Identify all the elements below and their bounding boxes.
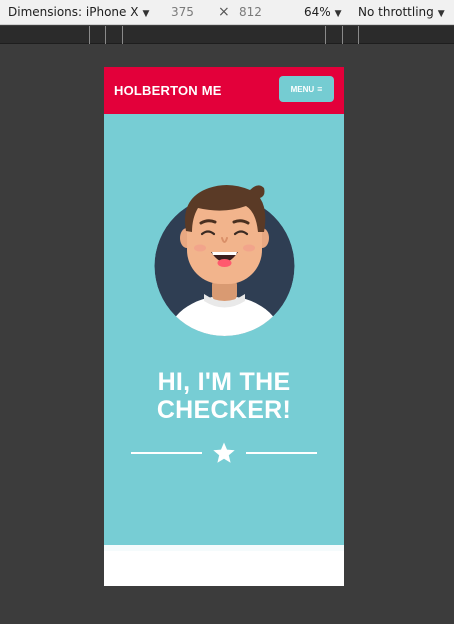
ruler-marker — [358, 26, 359, 44]
throttling-label: No throttling — [358, 5, 434, 19]
divider-line-left — [131, 452, 202, 454]
avatar — [154, 184, 295, 336]
caret-down-icon: ▼ — [334, 9, 342, 19]
star-icon — [213, 442, 235, 463]
next-section — [104, 545, 344, 586]
divider-line-right — [246, 452, 317, 454]
width-input[interactable]: 375 — [171, 5, 194, 20]
hamburger-icon: ≡ — [317, 83, 323, 94]
device-viewport: HOLBERTON ME MENU ≡ HI, I'M THE CHECKER! — [104, 67, 344, 586]
height-input[interactable]: 812 — [239, 5, 262, 20]
device-label: Dimensions: iPhone X — [8, 5, 139, 19]
hero-section: HI, I'M THE CHECKER! — [104, 114, 344, 545]
ruler-marker — [342, 26, 343, 44]
menu-button-label: MENU — [290, 84, 315, 94]
zoom-select[interactable]: 64% ▼ — [304, 5, 342, 22]
ruler-marker — [122, 26, 123, 44]
section-band — [104, 545, 344, 551]
site-header: HOLBERTON ME MENU ≡ — [104, 67, 344, 114]
ruler-marker — [105, 26, 106, 44]
site-brand[interactable]: HOLBERTON ME — [114, 83, 222, 98]
times-icon: × — [218, 4, 230, 20]
hero-title-line1: HI, I'M THE — [157, 368, 291, 396]
devtools-toolbar: Dimensions: iPhone X ▼ 375 × 812 64% ▼ No … — [0, 0, 454, 25]
hero-title: HI, I'M THE CHECKER! — [104, 368, 344, 424]
throttling-select[interactable]: No throttling ▼ — [358, 5, 445, 22]
zoom-label: 64% — [304, 5, 331, 19]
menu-button[interactable]: MENU ≡ — [279, 76, 334, 102]
media-query-ruler — [0, 26, 454, 44]
device-select[interactable]: Dimensions: iPhone X ▼ — [8, 5, 149, 22]
hero-title-line2: CHECKER! — [156, 396, 292, 424]
ruler-marker — [89, 26, 90, 44]
ruler-marker — [325, 26, 326, 44]
caret-down-icon: ▼ — [142, 9, 150, 19]
caret-down-icon: ▼ — [437, 9, 445, 19]
